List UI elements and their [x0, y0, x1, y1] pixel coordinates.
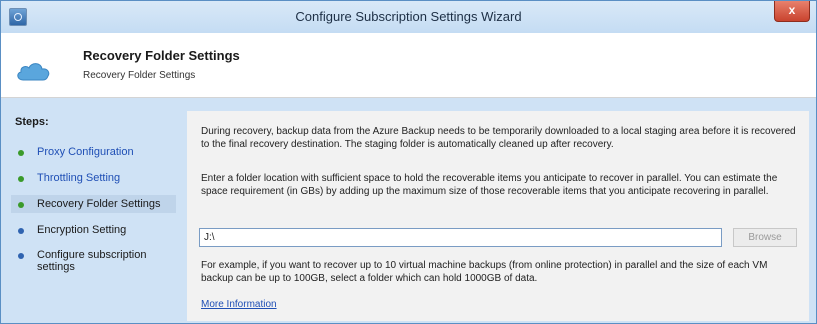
intro-text: During recovery, backup data from the Az… — [201, 126, 796, 150]
step-pending-icon — [18, 253, 24, 259]
steps-title: Steps: — [15, 116, 49, 128]
window-title: Configure Subscription Settings Wizard — [295, 9, 522, 24]
wizard-window: Configure Subscription Settings Wizard x… — [0, 0, 817, 324]
step-encryption-setting: Encryption Setting — [11, 221, 176, 239]
cloud-icon — [17, 63, 50, 81]
recovery-folder-input[interactable] — [199, 228, 722, 247]
page-title: Recovery Folder Settings — [83, 48, 240, 63]
step-done-icon — [18, 150, 24, 156]
page-subtitle: Recovery Folder Settings — [83, 70, 196, 81]
example-text: For example, if you want to recover up t… — [201, 260, 768, 284]
browse-button[interactable]: Browse — [733, 228, 797, 247]
step-pending-icon — [18, 228, 24, 234]
step-throttling-setting[interactable]: Throttling Setting — [11, 169, 176, 187]
step-label: Configure subscription settings — [37, 249, 147, 273]
step-done-icon — [18, 176, 24, 182]
title-bar: Configure Subscription Settings Wizard x — [1, 1, 816, 33]
step-recovery-folder-settings[interactable]: Recovery Folder Settings — [11, 195, 176, 213]
step-configure-subscription-settings: Configure subscription settings — [11, 246, 161, 276]
wizard-header: Recovery Folder Settings Recovery Folder… — [1, 33, 816, 98]
more-information-link[interactable]: More Information — [201, 299, 277, 310]
step-label: Recovery Folder Settings — [37, 198, 161, 210]
content-panel: During recovery, backup data from the Az… — [187, 111, 809, 321]
step-label: Encryption Setting — [37, 224, 127, 236]
step-current-icon — [18, 202, 24, 208]
steps-panel: Steps: Proxy Configuration Throttling Se… — [1, 98, 183, 323]
step-label: Proxy Configuration — [37, 146, 134, 158]
step-label: Throttling Setting — [37, 172, 121, 184]
step-proxy-configuration[interactable]: Proxy Configuration — [11, 143, 176, 161]
instructions-text: Enter a folder location with sufficient … — [201, 173, 778, 197]
close-button[interactable]: x — [774, 1, 810, 22]
